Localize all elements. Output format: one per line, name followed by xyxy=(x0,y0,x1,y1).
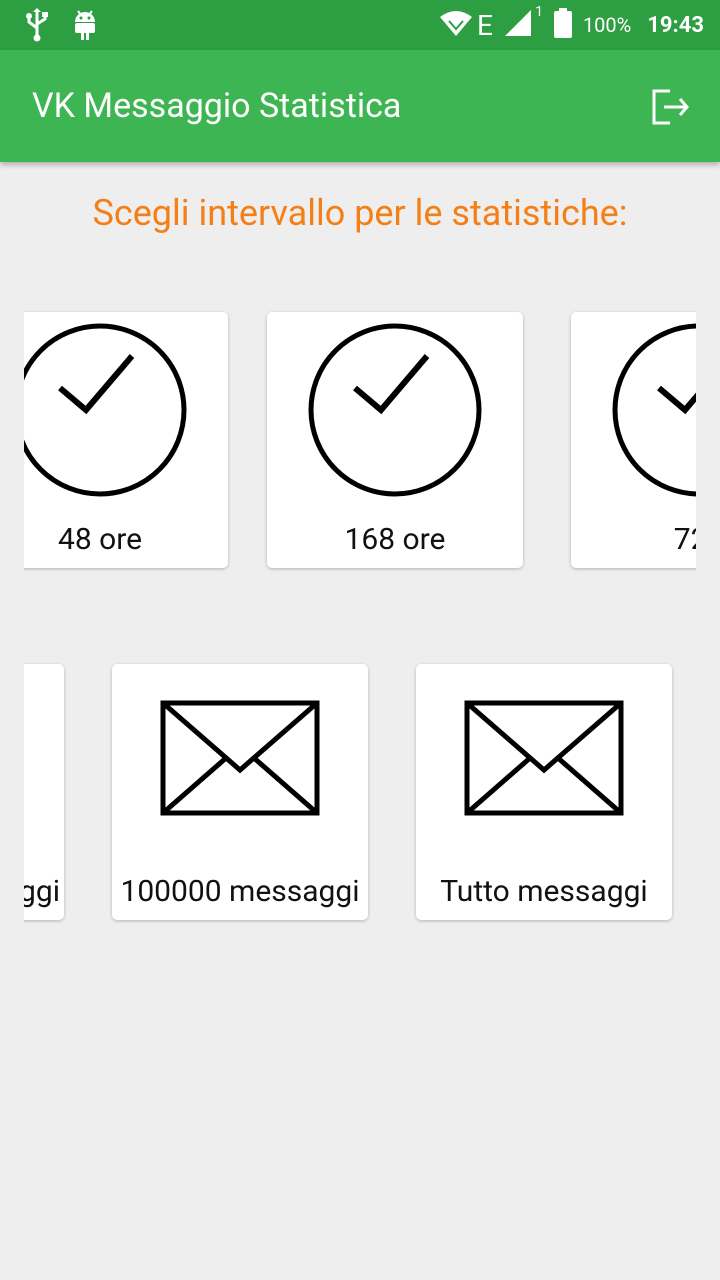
clock-time: 19:43 xyxy=(647,12,704,38)
status-bar: E 1 100% 19:43 xyxy=(0,0,720,50)
network-type: E xyxy=(477,8,493,42)
usb-icon xyxy=(24,8,50,46)
interval-heading: Scegli intervallo per le statistiche: xyxy=(92,192,628,234)
clock-check-icon xyxy=(612,323,696,497)
app-title: VK Messaggio Statistica xyxy=(32,86,402,126)
card-label: 100000 messaggi xyxy=(120,874,360,909)
card-label: ggi xyxy=(24,874,60,909)
wifi-icon xyxy=(439,9,473,41)
android-debug-icon xyxy=(72,8,98,46)
clock-check-icon xyxy=(308,323,482,497)
envelope-icon xyxy=(160,700,320,816)
clock-check-icon xyxy=(24,323,187,497)
card-168-hours[interactable]: 168 ore xyxy=(267,312,523,568)
exit-icon xyxy=(652,89,689,125)
signal-icon: 1 xyxy=(503,4,543,42)
message-count-carousel[interactable]: ggi 100000 messaggi Tutto messaggi xyxy=(24,658,696,928)
card-messages-partial[interactable]: ggi xyxy=(24,664,64,920)
card-all-messages[interactable]: Tutto messaggi xyxy=(416,664,672,920)
card-48-hours[interactable]: 48 ore xyxy=(24,312,228,568)
card-label: 168 ore xyxy=(344,522,446,557)
battery-icon xyxy=(553,8,573,42)
envelope-icon xyxy=(464,700,624,816)
battery-percent: 100% xyxy=(582,13,632,37)
card-label: Tutto messaggi xyxy=(440,874,648,909)
card-720-hours[interactable]: 720 xyxy=(571,312,696,568)
card-label: 48 ore xyxy=(57,522,143,557)
time-interval-carousel[interactable]: 48 ore 168 ore 720 xyxy=(24,306,696,576)
card-label: 720 xyxy=(673,522,696,557)
app-bar: VK Messaggio Statistica xyxy=(0,50,720,162)
logout-button[interactable] xyxy=(650,85,690,129)
signal-sim-number: 1 xyxy=(535,4,543,20)
card-100000-messages[interactable]: 100000 messaggi xyxy=(112,664,368,920)
